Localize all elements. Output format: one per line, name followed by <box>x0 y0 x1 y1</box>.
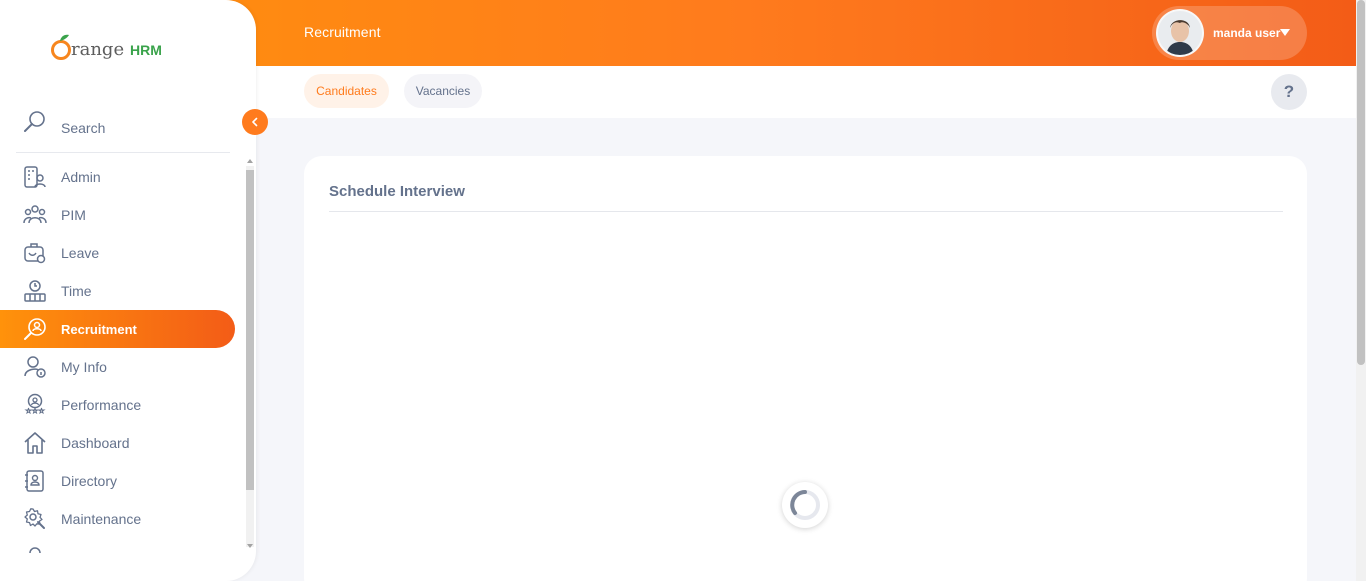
sidebar-item-dashboard[interactable]: Dashboard <box>0 424 235 462</box>
sidebar-item-label: Time <box>61 283 92 299</box>
search-icon <box>24 111 45 132</box>
sidebar-item-admin[interactable]: Admin <box>0 158 235 196</box>
sidebar: range HRM Search Admin PIM Leave Time Re… <box>0 0 256 581</box>
caret-down-icon[interactable] <box>1280 29 1290 36</box>
sidebar-item-label: Directory <box>61 473 118 489</box>
dashboard-icon <box>24 432 46 454</box>
sidebar-item-directory[interactable]: Directory <box>0 462 235 500</box>
chevron-left-icon <box>252 117 258 127</box>
sidebar-divider <box>16 152 230 153</box>
sidebar-item-label: My Info <box>61 359 107 375</box>
pim-icon <box>23 205 47 224</box>
sidebar-search[interactable]: Search <box>22 110 232 146</box>
scroll-up-icon[interactable] <box>247 159 253 163</box>
sidebar-item-pim[interactable]: PIM <box>0 196 235 234</box>
schedule-interview-card: Schedule Interview <box>304 156 1307 581</box>
sidebar-item-label: PIM <box>61 207 86 223</box>
performance-icon <box>24 393 46 415</box>
orangehrm-logo[interactable]: range HRM <box>50 32 170 66</box>
card-title: Schedule Interview <box>329 183 465 200</box>
search-label: Search <box>61 120 106 136</box>
admin-icon <box>24 166 46 188</box>
tab-candidates[interactable]: Candidates <box>304 74 389 108</box>
loading-spinner <box>782 482 828 528</box>
help-button[interactable]: ? <box>1271 74 1307 110</box>
avatar-image <box>1158 11 1202 55</box>
my-info-icon <box>24 356 46 378</box>
user-name[interactable]: manda user <box>1213 26 1280 40</box>
sidebar-item-label: Maintenance <box>61 511 142 527</box>
recruitment-icon <box>24 318 46 340</box>
sidebar-item-label: Admin <box>61 169 101 185</box>
user-dropdown[interactable]: manda user <box>1152 6 1307 60</box>
leave-icon <box>24 243 46 264</box>
avatar[interactable] <box>1156 9 1204 57</box>
sidebar-scrollbar-thumb[interactable] <box>246 170 254 490</box>
maintenance-icon <box>24 508 45 529</box>
sidebar-item-recruitment[interactable]: Recruitment <box>0 310 235 348</box>
sidebar-item-leave[interactable]: Leave <box>0 234 235 272</box>
svg-text:HRM: HRM <box>130 42 162 58</box>
sidebar-item-maintenance[interactable]: Maintenance <box>0 500 235 538</box>
sidebar-item-label: Recruitment <box>61 322 137 337</box>
svg-text:range: range <box>71 39 124 60</box>
directory-icon <box>25 470 44 492</box>
time-icon <box>24 280 46 302</box>
page-scrollbar-thumb[interactable] <box>1357 0 1365 365</box>
sidebar-item-my-info[interactable]: My Info <box>0 348 235 386</box>
page-scrollbar[interactable] <box>1356 0 1366 581</box>
card-divider <box>329 211 1283 212</box>
buzz-icon <box>29 547 41 553</box>
sidebar-scrollbar[interactable] <box>245 158 255 553</box>
page-title: Recruitment <box>304 24 381 40</box>
scroll-down-icon[interactable] <box>247 544 253 548</box>
sidebar-item-label: Dashboard <box>61 435 130 451</box>
spinner-icon <box>790 490 820 520</box>
sub-navigation: Candidates Vacancies ? <box>256 66 1356 118</box>
sidebar-item-time[interactable]: Time <box>0 272 235 310</box>
sidebar-item-label: Leave <box>61 245 100 261</box>
sidebar-collapse-button[interactable] <box>242 109 268 135</box>
tab-vacancies[interactable]: Vacancies <box>404 74 482 108</box>
sidebar-item-label: Performance <box>61 397 142 413</box>
sidebar-item-performance[interactable]: Performance <box>0 386 235 424</box>
logo-icon: range HRM <box>51 34 162 60</box>
